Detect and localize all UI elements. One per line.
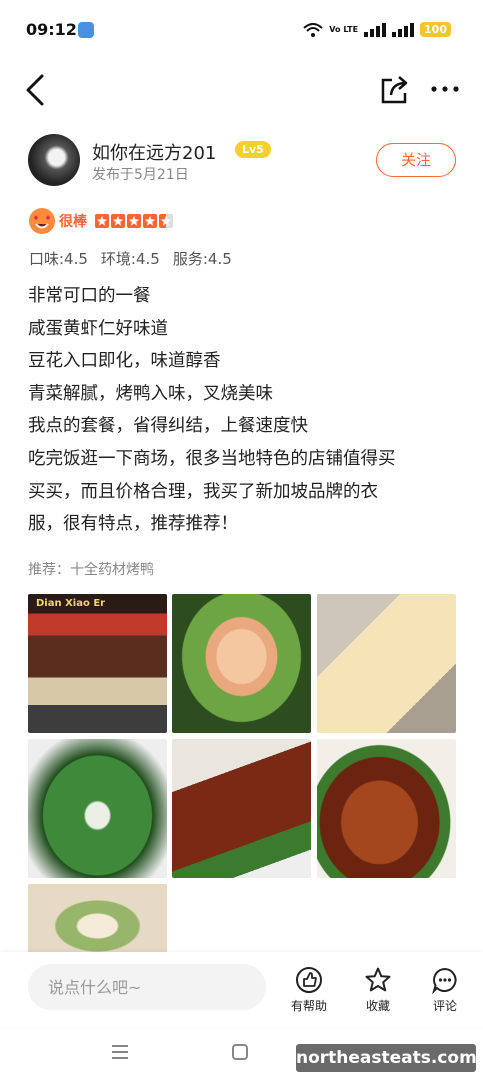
- review-line: 咸蛋黄虾仁好味道: [28, 318, 168, 339]
- review-line: 我点的套餐，省得纠结，上餐速度快: [28, 416, 308, 437]
- share-icon[interactable]: [378, 72, 412, 106]
- comment-input[interactable]: [28, 964, 266, 1010]
- review-photo[interactable]: [317, 739, 456, 878]
- review-line: 服，很有特点，推荐推荐！: [28, 514, 238, 535]
- smiley-face-icon: [29, 208, 55, 234]
- home-icon[interactable]: [230, 1042, 250, 1062]
- restaurant-sign-text: Dian Xiao Er: [36, 598, 106, 609]
- sub-scores: 口味:4.5 环境:4.5 服务:4.5: [29, 248, 232, 269]
- battery-indicator: 100: [420, 22, 451, 37]
- review-line: 吃完饭逛一下商场，很多当地特色的店铺值得买: [28, 448, 396, 469]
- half-star-icon: [159, 214, 173, 228]
- back-arrow-icon[interactable]: [20, 70, 52, 110]
- star-icon: [95, 214, 109, 228]
- recent-apps-icon[interactable]: [110, 1042, 130, 1062]
- review-photo[interactable]: Dian Xiao Er: [28, 594, 167, 733]
- comment-bubble-icon: [432, 967, 457, 994]
- follow-button[interactable]: 关注: [376, 143, 456, 177]
- review-photo[interactable]: [172, 739, 311, 878]
- app-notification-icon: [78, 22, 94, 38]
- sub-score-taste: 口味:4.5: [29, 250, 88, 268]
- review-line: 买买，而且价格合理，我买了新加坡品牌的衣: [28, 481, 378, 502]
- collect-label: 收藏: [365, 999, 390, 1013]
- review-photo[interactable]: [172, 594, 311, 733]
- star-icon: [143, 214, 157, 228]
- sub-score-service: 服务:4.5: [172, 250, 232, 268]
- signal-icon: [364, 22, 387, 37]
- nav-bar: [0, 62, 483, 118]
- thumbs-up-icon: [296, 967, 322, 993]
- wifi-icon: [303, 22, 323, 37]
- review-line: 非常可口的一餐: [28, 286, 151, 306]
- review-text: 非常可口的一餐 咸蛋黄虾仁好味道 豆花入口即化，味道醇香 青菜解腻，烤鸭入味，叉…: [28, 280, 460, 541]
- recommended-dish[interactable]: 推荐：十全药材烤鸭: [28, 559, 154, 579]
- star-icon: [111, 214, 125, 228]
- star-outline-icon: [365, 967, 391, 992]
- signal-icon-2: [392, 22, 415, 37]
- watermark-text: northeasteats.com: [296, 1044, 477, 1072]
- user-name[interactable]: 如你在远方201: [92, 139, 216, 165]
- helpful-label: 有帮助: [290, 999, 327, 1013]
- review-line: 青菜解腻，烤鸭入味，叉烧美味: [28, 383, 273, 404]
- review-photo[interactable]: [28, 884, 167, 954]
- volte-indicator: Vo LTE: [329, 24, 359, 34]
- star-rating: [95, 214, 175, 228]
- status-time: 09:12: [26, 20, 77, 39]
- status-bar: 09:12 Vo LTE 100: [0, 0, 483, 62]
- bottom-action-bar: 有帮助 收藏 评论: [0, 952, 483, 1028]
- sub-score-environment: 环境:4.5: [100, 250, 160, 268]
- collect-button[interactable]: 收藏: [353, 966, 403, 1014]
- review-photo[interactable]: [317, 594, 456, 733]
- post-date: 发布于5月21日: [92, 167, 189, 183]
- star-icon: [127, 214, 141, 228]
- more-options-icon[interactable]: [428, 72, 462, 106]
- comment-button[interactable]: 评论: [420, 966, 470, 1014]
- comment-label: 评论: [432, 999, 457, 1013]
- helpful-button[interactable]: 有帮助: [284, 966, 334, 1014]
- rating-row: 很棒: [28, 206, 175, 236]
- user-level-badge: Lv5: [235, 141, 271, 158]
- review-photo[interactable]: [28, 739, 167, 878]
- rating-label: 很棒: [59, 214, 87, 230]
- review-line: 豆花入口即化，味道醇香: [28, 351, 221, 372]
- status-indicators: Vo LTE 100: [303, 22, 451, 37]
- user-avatar[interactable]: [28, 134, 80, 186]
